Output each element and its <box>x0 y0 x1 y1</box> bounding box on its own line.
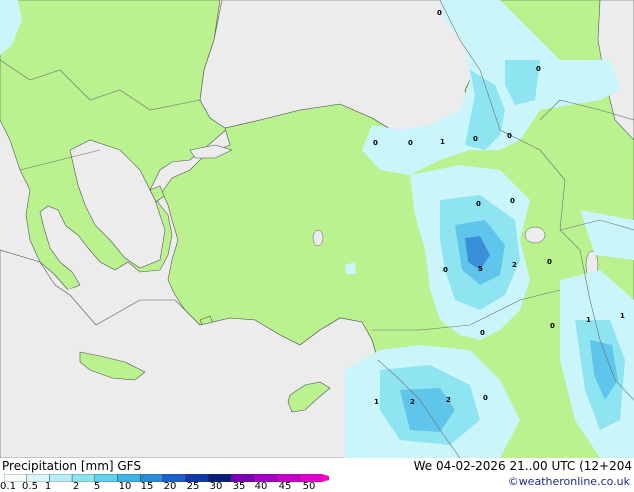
contour-label: 1 <box>620 312 625 320</box>
precipitation-map: 0 0 0 1 0 0 0 0 0 5 2 0 0 0 1 1 0 1 2 2 … <box>0 0 634 458</box>
contour-label: 0 <box>547 258 552 266</box>
lake-tuz <box>312 229 324 247</box>
contour-label: 0 <box>480 329 485 337</box>
contour-label: 0 <box>550 322 555 330</box>
scale-tick-label: 35 <box>232 481 246 492</box>
contour-label: 0 <box>507 132 512 140</box>
contour-label: 0 <box>373 139 378 147</box>
contour-label: 5 <box>478 265 483 273</box>
contour-label: 0 <box>536 65 541 73</box>
scale-tick-label: 50 <box>302 481 316 492</box>
map-title: Precipitation [mm] GFS <box>2 459 141 473</box>
map-footer: Precipitation [mm] GFS We 04-02-2026 21.… <box>0 458 634 492</box>
contour-label: 0 <box>510 197 515 205</box>
lake-van <box>524 226 546 244</box>
scale-tick-label: 40 <box>254 481 268 492</box>
scale-tick-label: 10 <box>118 481 132 492</box>
scale-arrow <box>321 474 329 482</box>
scale-tick-label: 2 <box>72 481 80 492</box>
contour-label: 0 <box>476 200 481 208</box>
scale-tick-label: 1 <box>44 481 52 492</box>
scale-tick-label: 0.1 <box>0 481 16 492</box>
scale-tick-label: 0.5 <box>22 481 38 492</box>
scale-tick-label: 15 <box>140 481 154 492</box>
contour-label: 1 <box>586 316 591 324</box>
valid-time: We 04-02-2026 21..00 UTC (12+204 <box>413 459 632 473</box>
scale-tick-label: 25 <box>186 481 200 492</box>
scale-tick-label: 20 <box>163 481 177 492</box>
scale-tick-label: 45 <box>278 481 292 492</box>
credit-link[interactable]: ©weatheronline.co.uk <box>508 475 630 489</box>
contour-label: 2 <box>446 396 451 404</box>
contour-label: 2 <box>410 398 415 406</box>
contour-label: 1 <box>440 138 445 146</box>
contour-label: 2 <box>512 261 517 269</box>
contour-label: 0 <box>408 139 413 147</box>
contour-label: 0 <box>443 266 448 274</box>
scale-tick-label: 5 <box>93 481 101 492</box>
contour-label: 1 <box>374 398 379 406</box>
contour-label: 0 <box>483 394 488 402</box>
contour-label: 0 <box>473 135 478 143</box>
scale-tick-label: 30 <box>209 481 223 492</box>
contour-label: 0 <box>437 9 442 17</box>
scale-swatch <box>49 474 73 482</box>
